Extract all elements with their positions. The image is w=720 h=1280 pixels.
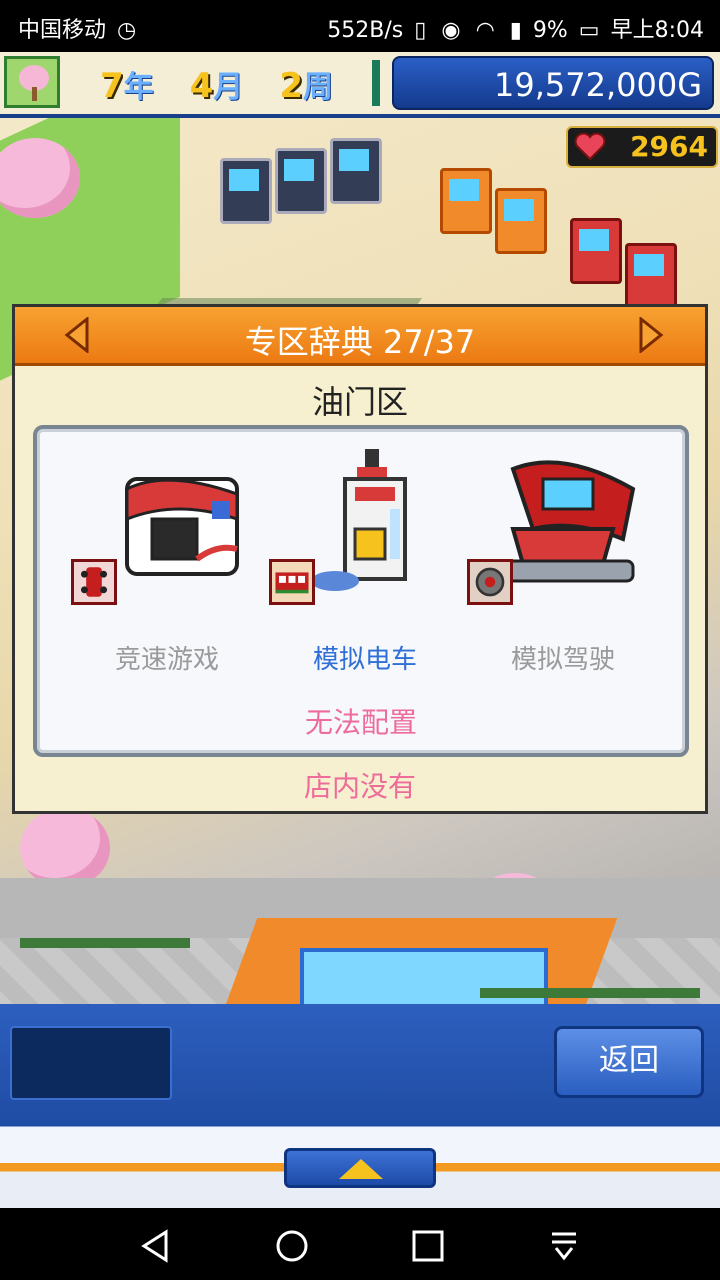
zone-name: 油门区 xyxy=(311,383,408,421)
zone-item-drive-sim[interactable]: 模拟驾驶 xyxy=(463,449,663,679)
zone-item-racing[interactable]: 竞速游戏 xyxy=(67,449,267,679)
year-number: 7 xyxy=(100,66,124,106)
arcade-machine xyxy=(495,188,547,254)
arcade-machine xyxy=(275,148,327,214)
arcade-machine xyxy=(330,138,382,204)
item-label: 竞速游戏 xyxy=(114,645,219,675)
week-unit: 周 xyxy=(303,70,334,105)
zone-item-train-sim[interactable]: 模拟电车 xyxy=(265,449,465,679)
home-nav-icon[interactable] xyxy=(272,1226,312,1266)
season-thumbnail[interactable] xyxy=(4,56,60,108)
expand-menu-button[interactable] xyxy=(284,1148,436,1188)
heart-icon xyxy=(574,132,606,160)
notification-pull-icon[interactable] xyxy=(544,1226,584,1266)
signal-icon: ▮ xyxy=(509,18,522,43)
drive-sim-cabinet-icon xyxy=(501,460,636,583)
dialog-header: 专区辞典 27/37 xyxy=(15,307,705,366)
game-date: 7年 4月 2周 xyxy=(100,62,333,106)
vibrate-icon: ▯ xyxy=(414,18,427,43)
arcade-machine xyxy=(220,158,272,224)
hearts-value: 2964 xyxy=(630,130,708,163)
month-number: 4 xyxy=(189,66,214,106)
info-panel xyxy=(10,1026,172,1100)
alarm-icon: ◷ xyxy=(117,18,137,43)
store-status: 店内没有 xyxy=(303,770,416,803)
placement-status: 无法配置 xyxy=(304,706,417,739)
tree-trunk xyxy=(32,87,37,101)
back-nav-icon[interactable] xyxy=(136,1226,176,1266)
arcade-machine xyxy=(625,243,677,309)
item-label: 模拟驾驶 xyxy=(510,645,615,675)
next-arrow-icon[interactable] xyxy=(637,317,665,353)
train-sim-cabinet-icon xyxy=(311,449,407,591)
system-nav-bar xyxy=(0,1208,720,1280)
battery-percent: 9% xyxy=(532,18,568,43)
top-hud: 7年 4月 2周 19,572,000G xyxy=(0,52,720,118)
status-bar: 中国移动 ◷ 552B/s ▯ ◉ ◠ ▮ 9% ▭ 早上8:04 xyxy=(0,0,720,50)
drive-category-icon xyxy=(467,559,513,605)
fence xyxy=(20,938,190,948)
year-unit: 年 xyxy=(123,70,154,105)
battery-icon: ▭ xyxy=(578,18,600,43)
recents-nav-icon[interactable] xyxy=(408,1226,448,1266)
zone-items-panel: 竞速游戏 模拟电车 模拟驾驶 无法配置 xyxy=(33,425,689,757)
train-category-icon xyxy=(269,559,315,605)
racing-category-icon xyxy=(71,559,117,605)
hud-divider xyxy=(372,60,380,106)
network-speed: 552B/s xyxy=(327,18,404,43)
fence xyxy=(480,988,700,998)
money-display: 19,572,000G xyxy=(392,56,714,110)
item-label: 模拟电车 xyxy=(312,645,417,675)
hearts-counter: 2964 xyxy=(566,126,718,168)
back-button[interactable]: 返回 xyxy=(554,1026,704,1098)
week-number: 2 xyxy=(279,66,304,106)
arcade-machine xyxy=(440,168,492,234)
up-arrow-icon xyxy=(339,1159,383,1179)
eye-icon: ◉ xyxy=(441,18,461,43)
zone-dictionary-dialog: 专区辞典 27/37 油门区 竞速游戏 模拟电车 模拟驾驶 无法配置 店内没有 xyxy=(12,304,708,814)
arcade-machine xyxy=(570,218,622,284)
clock: 早上8:04 xyxy=(610,18,704,43)
month-unit: 月 xyxy=(213,70,244,105)
carrier-label: 中国移动 xyxy=(18,18,107,43)
bottom-control-bar: 返回 xyxy=(0,1004,720,1208)
cherry-tree xyxy=(20,808,110,888)
race-car-cabinet-icon xyxy=(125,477,239,576)
wifi-icon: ◠ xyxy=(475,18,495,43)
dialog-title: 专区辞典 27/37 xyxy=(244,323,476,361)
